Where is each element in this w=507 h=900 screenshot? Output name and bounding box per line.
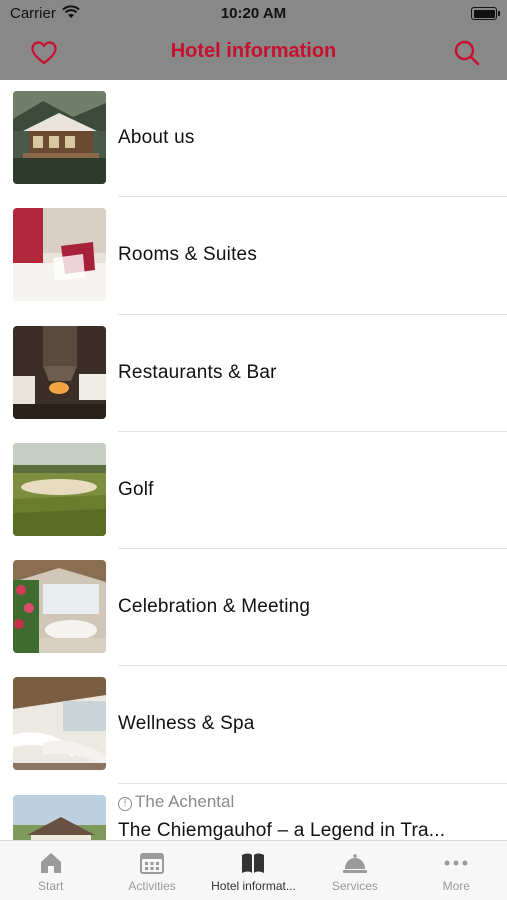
- list-item-wellness-spa[interactable]: Wellness & Spa: [0, 666, 507, 784]
- list-item-label: Restaurants & Bar: [118, 361, 277, 383]
- about-us-image: [13, 91, 106, 184]
- tab-label: Hotel informat...: [211, 879, 296, 893]
- navigation-bar: Hotel information: [0, 28, 507, 80]
- list-item-label: About us: [118, 127, 195, 148]
- service-bell-icon: [342, 854, 367, 873]
- list-item-label: Golf: [118, 478, 154, 500]
- list-item-celebration-meeting[interactable]: Celebration & Meeting: [0, 549, 507, 667]
- tab-label: Services: [331, 879, 378, 893]
- list-item-label: Rooms & Suites: [118, 244, 258, 266]
- list-item-golf[interactable]: Golf: [0, 432, 507, 550]
- tab-services[interactable]: Services: [304, 841, 405, 900]
- news-category: ! The Achental: [118, 792, 234, 812]
- page-title: Hotel information: [170, 40, 337, 62]
- news-image: [13, 794, 106, 840]
- list-item-label: Celebration & Meeting: [118, 596, 311, 618]
- tab-hotel-information[interactable]: Hotel informat...: [203, 841, 304, 900]
- clock: 10:20 AM: [220, 5, 287, 22]
- status-bar: Carrier 10:20 AM: [0, 0, 507, 28]
- battery-icon: [471, 7, 500, 20]
- house-icon: [40, 853, 61, 873]
- wellness-spa-image: [13, 677, 106, 771]
- ellipsis-icon: [444, 860, 468, 866]
- restaurants-bar-image: [13, 325, 106, 419]
- book-icon: [242, 853, 265, 873]
- search-icon[interactable]: [453, 39, 481, 67]
- tab-more[interactable]: More: [406, 841, 507, 900]
- tab-label: Activities: [128, 879, 176, 893]
- hotel-info-list: About us Rooms & Suites Restaurants & Ba…: [0, 80, 507, 840]
- tab-label: Start: [38, 879, 64, 893]
- news-title: The Chiemgauhof – a Legend in Tra...: [118, 819, 446, 840]
- calendar-icon: [140, 853, 165, 874]
- list-item-label: Wellness & Spa: [118, 713, 255, 735]
- list-item-news[interactable]: ! The Achental The Chiemgauhof – a Legend…: [0, 784, 507, 840]
- celebration-meeting-image: [13, 560, 106, 654]
- tab-activities[interactable]: Activities: [101, 841, 202, 900]
- list-item-about-us[interactable]: About us: [0, 80, 507, 198]
- list-item-rooms-suites[interactable]: Rooms & Suites: [0, 197, 507, 315]
- golf-image: [13, 442, 106, 536]
- tab-start[interactable]: Start: [0, 841, 101, 900]
- list-item-restaurants-bar[interactable]: Restaurants & Bar: [0, 315, 507, 432]
- tab-label: More: [442, 879, 470, 893]
- rooms-suites-image: [13, 208, 106, 302]
- info-icon: !: [118, 796, 132, 811]
- tab-bar: Start Activities Hotel informat... Servi…: [0, 840, 507, 900]
